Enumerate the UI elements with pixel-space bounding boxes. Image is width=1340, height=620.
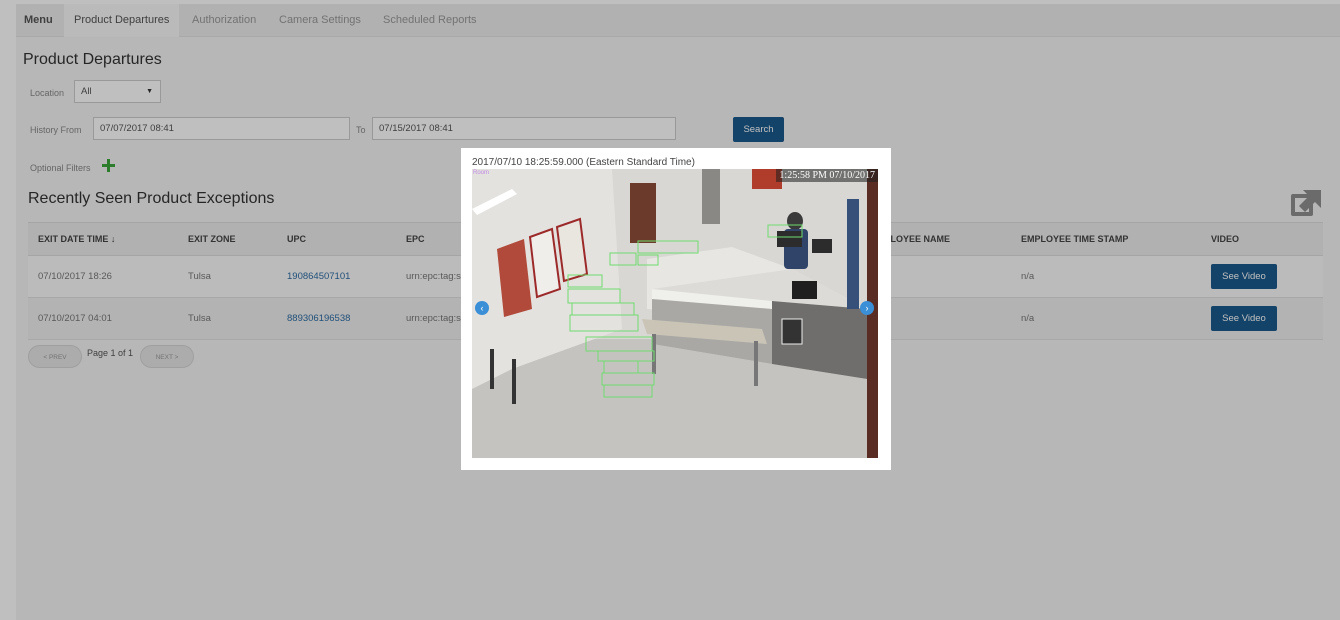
chevron-right-icon[interactable]: ›	[860, 301, 874, 315]
chevron-left-icon[interactable]: ‹	[475, 301, 489, 315]
camera-tag: Room	[473, 170, 490, 176]
video-timestamp: 2017/07/10 18:25:59.000 (Eastern Standar…	[472, 157, 695, 168]
camera-video-frame[interactable]: 1:25:58 PM 07/10/2017 Room ‹ ›	[472, 169, 878, 458]
security-camera-scene	[472, 169, 878, 458]
camera-time-overlay: 1:25:58 PM 07/10/2017	[776, 169, 878, 182]
video-modal: 2017/07/10 18:25:59.000 (Eastern Standar…	[461, 148, 891, 470]
